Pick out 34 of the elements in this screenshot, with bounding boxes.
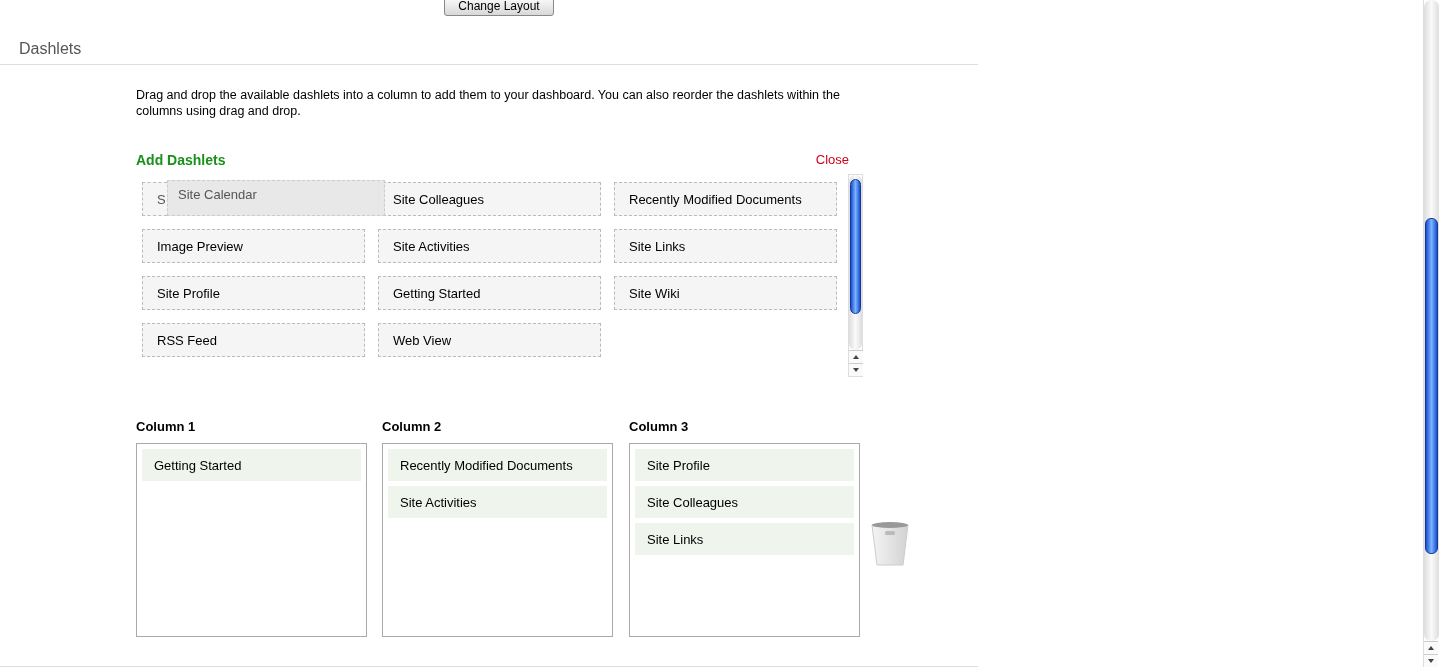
- dragged-dashlet[interactable]: Site Calendar: [167, 180, 385, 217]
- column-dashlet[interactable]: Site Colleagues: [635, 486, 854, 519]
- scrollbar[interactable]: [848, 174, 863, 378]
- scroll-down-icon[interactable]: [849, 363, 863, 377]
- scroll-down-icon[interactable]: [1424, 654, 1438, 667]
- dashlet-tile[interactable]: Site Activities: [378, 229, 601, 264]
- column-dashlet[interactable]: Site Profile: [635, 449, 854, 482]
- dashlet-tile[interactable]: RSS Feed: [142, 323, 365, 358]
- dashlet-tile[interactable]: Getting Started: [378, 276, 601, 311]
- section-title: Dashlets: [19, 40, 83, 60]
- scroll-up-icon[interactable]: [1424, 641, 1438, 654]
- dashlet-tile[interactable]: Site Profile: [142, 276, 365, 311]
- column-title: Column 1: [136, 419, 197, 436]
- column-title: Column 3: [629, 419, 690, 436]
- dashlet-tile[interactable]: Site Wiki: [614, 276, 837, 311]
- column-dashlet[interactable]: Recently Modified Documents: [388, 449, 607, 482]
- column-title: Column 2: [382, 419, 443, 436]
- scroll-up-icon[interactable]: [849, 350, 863, 364]
- change-layout-button[interactable]: Change Layout: [444, 0, 554, 16]
- column-dashlet[interactable]: Site Links: [635, 523, 854, 556]
- close-link[interactable]: Close: [815, 152, 849, 168]
- dashlet-tile[interactable]: S: [142, 182, 167, 217]
- scrollbar-thumb[interactable]: [850, 179, 861, 315]
- dashlet-tile[interactable]: Site Links: [614, 229, 837, 264]
- column-dashlet[interactable]: Getting Started: [142, 449, 361, 482]
- dashlet-tile[interactable]: Image Preview: [142, 229, 365, 264]
- page-scrollbar[interactable]: [1423, 0, 1439, 667]
- dashlet-tile[interactable]: Web View: [378, 323, 601, 358]
- dashlet-tile[interactable]: Recently Modified Documents: [614, 182, 837, 217]
- description: Drag and drop the available dashlets into a column to add them to your dashboard. You can also reorder the dashlets within the columns using drag and drop.: [136, 87, 841, 120]
- page-scrollbar-thumb[interactable]: [1425, 218, 1438, 554]
- trash-can-icon[interactable]: [870, 521, 910, 568]
- column-dashlet[interactable]: Site Activities: [388, 486, 607, 519]
- add-dashlets-title: Add Dashlets: [136, 151, 226, 168]
